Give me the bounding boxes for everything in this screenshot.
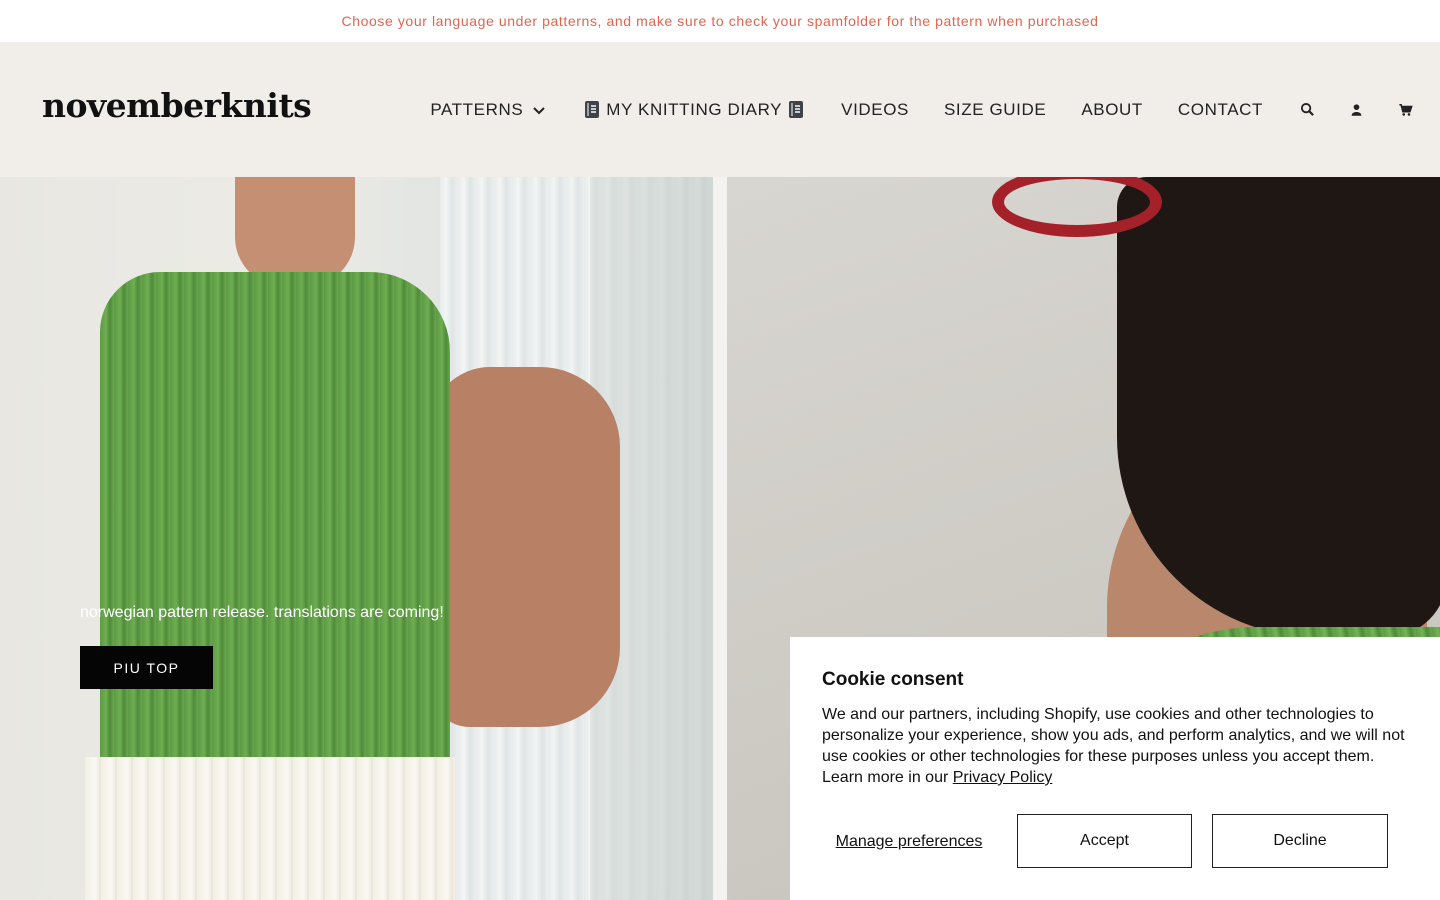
manage-preferences-link[interactable]: Manage preferences — [822, 832, 996, 851]
nav-diary-label: MY KNITTING DIARY — [606, 99, 783, 119]
skirt-shape — [85, 757, 455, 900]
hero-divider — [713, 177, 727, 900]
decline-button[interactable]: Decline — [1212, 814, 1388, 868]
site-header: novemberknits PATTERNS MY KNITTING DIARY… — [0, 42, 1440, 177]
cookie-title: Cookie consent — [822, 669, 964, 690]
nav-contact[interactable]: CONTACT — [1178, 100, 1263, 120]
nav-patterns[interactable]: PATTERNS — [430, 100, 547, 120]
nav-patterns-label: PATTERNS — [430, 99, 524, 119]
notebook-icon — [585, 101, 600, 118]
announcement-bar: Choose your language under patterns, and… — [0, 0, 1440, 42]
notebook-icon — [789, 101, 804, 118]
privacy-policy-link[interactable]: Privacy Policy — [953, 769, 1053, 786]
cookie-body-text: We and our partners, including Shopify, … — [822, 706, 1405, 786]
site-logo[interactable]: novemberknits — [42, 86, 312, 125]
hero-caption: norwegian pattern release. translations … — [80, 604, 444, 621]
announcement-text: Choose your language under patterns, and… — [341, 13, 1099, 29]
cookie-actions: Manage preferences Accept Decline — [822, 814, 1388, 868]
nav-size-guide[interactable]: SIZE GUIDE — [944, 100, 1046, 120]
main-nav: PATTERNS MY KNITTING DIARY VIDEOS SIZE G… — [430, 42, 1440, 177]
hair-shape — [1117, 177, 1440, 637]
chevron-down-icon — [533, 106, 546, 114]
search-icon[interactable] — [1298, 101, 1316, 119]
arm-shape — [430, 367, 620, 727]
piu-top-button[interactable]: PIU TOP — [80, 646, 213, 689]
neck-shape — [235, 177, 355, 287]
cart-icon[interactable] — [1396, 101, 1414, 119]
accept-button[interactable]: Accept — [1017, 814, 1192, 868]
nav-videos[interactable]: VIDEOS — [841, 100, 909, 120]
cookie-consent-dialog: Cookie consent We and our partners, incl… — [790, 637, 1440, 900]
hero-image-left — [0, 177, 713, 900]
nav-about[interactable]: ABOUT — [1081, 100, 1143, 120]
account-icon[interactable] — [1347, 101, 1365, 119]
cookie-body: We and our partners, including Shopify, … — [822, 704, 1412, 788]
nav-knitting-diary[interactable]: MY KNITTING DIARY — [582, 100, 806, 120]
knit-top-shape — [100, 272, 450, 772]
